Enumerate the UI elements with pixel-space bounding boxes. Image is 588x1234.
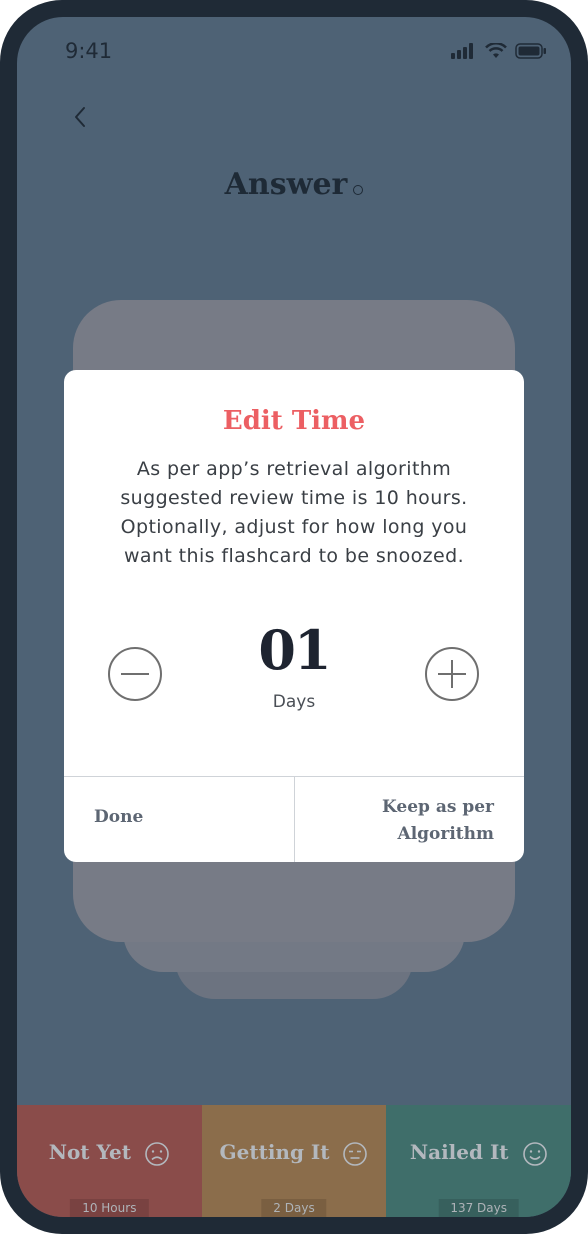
divider <box>294 776 295 862</box>
status-icons <box>451 43 547 59</box>
modal-message: As per app’s retrieval algorithm suggest… <box>120 458 468 567</box>
edit-time-modal: Edit Time As per app’s retrieval algorit… <box>64 370 524 862</box>
rating-time: 137 Days <box>438 1199 520 1217</box>
back-icon[interactable] <box>69 105 93 129</box>
rating-time: 2 Days <box>261 1199 327 1217</box>
rating-not-yet[interactable]: Not Yet 10 Hours <box>17 1105 202 1217</box>
modal-title: Edit Time <box>222 406 366 436</box>
app-screen: 9:41 Answer Edit Time As per app’s retri… <box>17 17 571 1217</box>
battery-icon <box>515 43 546 59</box>
keep-algorithm-button[interactable]: Keep as per Algorithm <box>314 794 494 848</box>
rating-nailed-it[interactable]: Nailed It 137 Days <box>386 1105 571 1217</box>
rating-getting-it[interactable]: Getting It 2 Days <box>201 1105 387 1217</box>
neutral-face-icon <box>343 1141 368 1166</box>
phone-frame: 9:41 Answer Edit Time As per app’s retri… <box>0 0 588 1234</box>
happy-face-icon <box>522 1141 547 1166</box>
done-button[interactable]: Done <box>94 807 143 827</box>
signal-icon <box>451 43 473 59</box>
increment-button[interactable] <box>425 647 479 701</box>
page-title: Answer <box>224 167 348 202</box>
rating-label: Not Yet <box>48 1140 132 1164</box>
rating-bar: Not Yet 10 Hours Getting It 2 Days Naile… <box>17 1105 571 1217</box>
rating-label: Nailed It <box>409 1140 509 1164</box>
sad-face-icon <box>145 1141 169 1166</box>
status-time: 9:41 <box>65 39 113 63</box>
page-title-row: Answer <box>17 167 571 202</box>
info-dot-icon <box>353 184 364 195</box>
rating-time: 10 Hours <box>70 1199 149 1217</box>
wifi-icon <box>485 43 507 58</box>
rating-label: Getting It <box>219 1140 330 1164</box>
